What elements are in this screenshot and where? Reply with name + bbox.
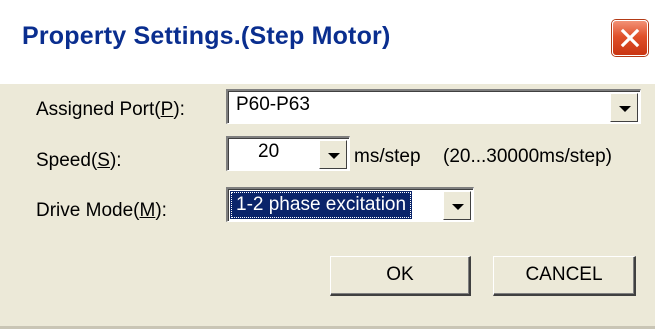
- cancel-button[interactable]: CANCEL: [493, 256, 636, 296]
- assigned-port-dropdown-button[interactable]: [610, 93, 638, 122]
- property-settings-dialog: Property Settings.(Step Motor) Assigned …: [0, 0, 655, 329]
- drive-mode-select[interactable]: 1-2 phase excitation: [226, 187, 474, 222]
- chevron-down-icon: [328, 153, 340, 159]
- close-button[interactable]: [612, 20, 648, 56]
- assigned-port-value: P60-P63: [236, 94, 310, 115]
- ok-button-label: OK: [386, 264, 414, 285]
- title-bar[interactable]: Property Settings.(Step Motor): [0, 0, 655, 84]
- assigned-port-select[interactable]: P60-P63: [226, 89, 641, 124]
- speed-value: 20: [258, 141, 280, 162]
- chevron-down-icon: [619, 106, 631, 112]
- drive-mode-value: 1-2 phase excitation: [230, 191, 413, 219]
- chevron-down-icon: [452, 204, 464, 210]
- cancel-button-label: CANCEL: [525, 264, 603, 285]
- speed-unit: ms/step: [354, 146, 421, 167]
- speed-range-hint: (20...30000ms/step): [443, 146, 612, 167]
- ok-button[interactable]: OK: [330, 256, 471, 296]
- speed-select[interactable]: 20: [226, 136, 350, 171]
- speed-dropdown-button[interactable]: [319, 140, 347, 169]
- window-title: Property Settings.(Step Motor): [22, 22, 391, 50]
- drive-mode-dropdown-button[interactable]: [443, 191, 471, 220]
- speed-label: Speed(S):: [36, 150, 122, 171]
- dialog-body: Assigned Port(P): P60-P63 Speed(S): 20 m…: [0, 84, 655, 329]
- close-icon: [620, 28, 640, 48]
- drive-mode-label: Drive Mode(M):: [36, 200, 167, 221]
- assigned-port-label: Assigned Port(P):: [36, 99, 185, 120]
